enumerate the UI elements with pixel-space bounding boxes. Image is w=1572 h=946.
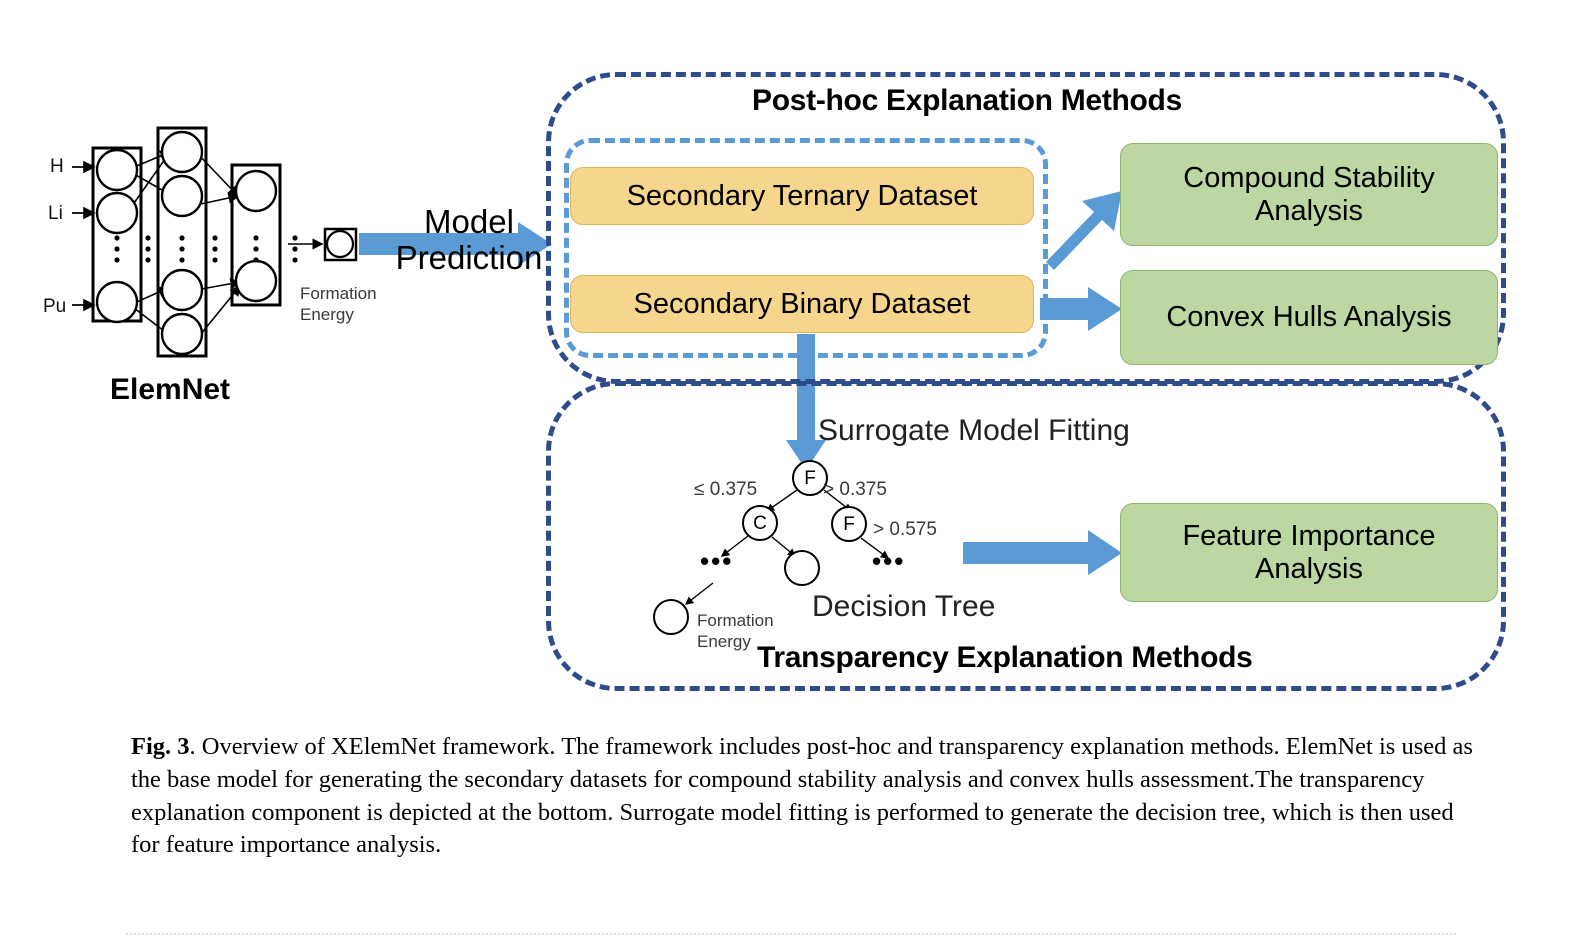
net-input-arrows [72,160,96,312]
leaf-output-line1: Formation [697,611,774,630]
tree-node-root-text: F [804,468,816,489]
network-output-label-line2: Energy [300,305,354,325]
tree-node-left-text: C [753,513,767,534]
feature-importance-analysis-box[interactable]: Feature Importance Analysis [1120,503,1498,602]
secondary-binary-dataset-box[interactable]: Secondary Binary Dataset [570,275,1034,333]
network-input-label-pu: Pu [43,296,67,317]
tree-ellipsis-left: ••• [700,546,734,576]
decision-tree-leaf-output-label: Formation Energy [697,610,787,653]
leaf-output-line2: Energy [697,632,751,652]
tree-edge-label-root-left: ≤ 0.375 [694,479,758,500]
network-input-label-h: H [50,156,64,177]
model-prediction-line1: Model [424,203,514,240]
convex-hulls-analysis-label: Convex Hulls Analysis [1166,301,1452,334]
network-input-label-li: Li [48,203,63,224]
figure-caption-text: . Overview of XElemNet framework. The fr… [131,733,1473,859]
tree-edge-label-right-right: > 0.575 [873,519,937,540]
secondary-ternary-dataset-box[interactable]: Secondary Ternary Dataset [570,167,1034,225]
page-divider [126,933,1456,935]
compound-stability-analysis-label: Compound Stability Analysis [1183,162,1435,227]
figure-caption-label: Fig. 3 [131,733,190,760]
decision-tree-label: Decision Tree [812,590,996,623]
tree-edge-label-root-right: > 0.375 [823,479,887,500]
feature-importance-analysis-label: Feature Importance Analysis [1182,520,1436,585]
network-output-label: Formation Energy [300,283,390,326]
surrogate-model-fitting-label: Surrogate Model Fitting [818,414,1130,447]
posthoc-section-title: Post-hoc Explanation Methods [752,84,1182,117]
tree-node-right-text: F [843,514,855,535]
model-prediction-line2: Prediction [395,238,543,276]
model-prediction-label: Model Prediction [379,204,559,275]
figure-xelemnet-overview: Post-hoc Explanation Methods Transparenc… [0,0,1572,946]
transparency-section-title: Transparency Explanation Methods [757,641,1253,674]
network-output-label-line1: Formation [300,284,377,303]
compound-stability-analysis-box[interactable]: Compound Stability Analysis [1120,143,1498,246]
convex-hulls-analysis-box[interactable]: Convex Hulls Analysis [1120,270,1498,365]
figure-caption: Fig. 3. Overview of XElemNet framework. … [131,731,1479,862]
elemnet-title: ElemNet [110,373,231,406]
net-output-node [325,229,355,259]
tree-ellipsis-right: ••• [872,546,906,576]
